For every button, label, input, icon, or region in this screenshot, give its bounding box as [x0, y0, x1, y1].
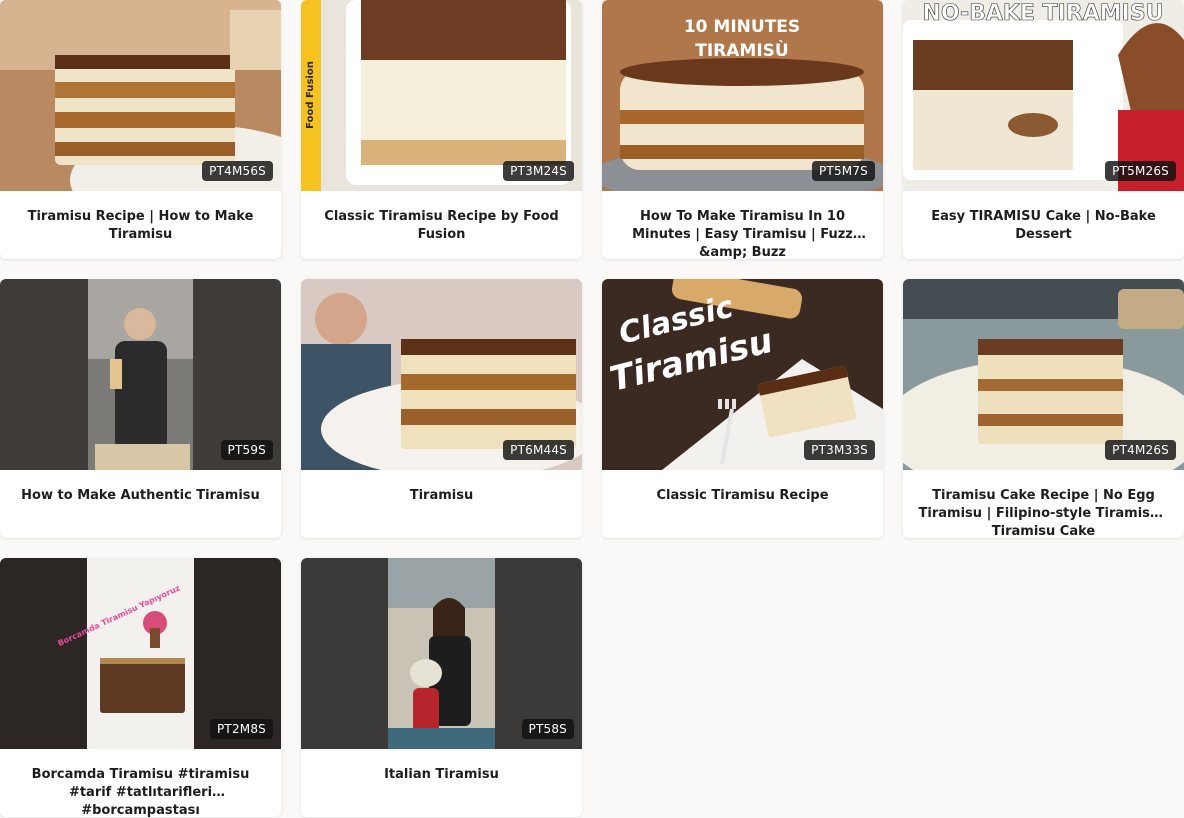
- video-title[interactable]: Tiramisu: [301, 470, 582, 538]
- video-thumbnail[interactable]: Borcamda Tiramisu Yapıyoruz PT2M8S: [0, 558, 281, 749]
- video-title[interactable]: Italian Tiramisu: [301, 749, 582, 817]
- video-card[interactable]: 10 MINUTES TIRAMISÙ PT5M7S How To Make T…: [602, 0, 883, 259]
- video-thumbnail[interactable]: NO-BAKE TIRAMISU PT5M26S: [903, 0, 1184, 191]
- video-grid: PT4M56S Tiramisu Recipe | How to Make Ti…: [0, 0, 1184, 817]
- duration-badge: PT4M26S: [1105, 440, 1176, 460]
- video-thumbnail[interactable]: PT4M56S: [0, 0, 281, 191]
- video-title[interactable]: Borcamda Tiramisu #tiramisu #tarif #tatl…: [0, 749, 281, 817]
- video-thumbnail[interactable]: PT58S: [301, 558, 582, 749]
- duration-badge: PT6M44S: [503, 440, 574, 460]
- video-card[interactable]: PT59S How to Make Authentic Tiramisu: [0, 279, 281, 538]
- video-card[interactable]: Classic Tiramisu PT3M33S Classic Tiramis…: [602, 279, 883, 538]
- video-title[interactable]: Classic Tiramisu Recipe: [602, 470, 883, 538]
- video-thumbnail[interactable]: Classic Tiramisu PT3M33S: [602, 279, 883, 470]
- duration-badge: PT3M33S: [804, 440, 875, 460]
- video-thumbnail[interactable]: PT59S: [0, 279, 281, 470]
- video-title[interactable]: Tiramisu Cake Recipe | No Egg Tiramisu |…: [903, 470, 1184, 538]
- duration-badge: PT58S: [521, 719, 574, 739]
- duration-badge: PT5M7S: [811, 161, 875, 181]
- duration-badge: PT4M56S: [202, 161, 273, 181]
- duration-badge: PT2M8S: [209, 719, 273, 739]
- video-title[interactable]: Tiramisu Recipe | How to Make Tiramisu: [0, 191, 281, 259]
- video-card[interactable]: Food Fusion PT3M24S Classic Tiramisu Rec…: [301, 0, 582, 259]
- duration-badge: PT3M24S: [503, 161, 574, 181]
- video-thumbnail[interactable]: 10 MINUTES TIRAMISÙ PT5M7S: [602, 0, 883, 191]
- video-title[interactable]: Classic Tiramisu Recipe by Food Fusion: [301, 191, 582, 259]
- thumbnail-overlay-text: NO-BAKE TIRAMISU: [922, 1, 1163, 26]
- duration-badge: PT5M26S: [1105, 161, 1176, 181]
- video-card[interactable]: PT6M44S Tiramisu: [301, 279, 582, 538]
- thumbnail-overlay-text: 10 MINUTES: [684, 17, 800, 37]
- video-thumbnail[interactable]: Food Fusion PT3M24S: [301, 0, 582, 191]
- thumbnail-overlay-text: Food Fusion: [305, 61, 316, 129]
- video-card[interactable]: Borcamda Tiramisu Yapıyoruz PT2M8S Borca…: [0, 558, 281, 817]
- video-card[interactable]: PT4M26S Tiramisu Cake Recipe | No Egg Ti…: [903, 279, 1184, 538]
- video-thumbnail[interactable]: PT6M44S: [301, 279, 582, 470]
- video-card[interactable]: PT4M56S Tiramisu Recipe | How to Make Ti…: [0, 0, 281, 259]
- video-thumbnail[interactable]: PT4M26S: [903, 279, 1184, 470]
- thumbnail-overlay-text: TIRAMISÙ: [695, 39, 788, 61]
- video-card[interactable]: PT58S Italian Tiramisu: [301, 558, 582, 817]
- video-title[interactable]: How To Make Tiramisu In 10 Minutes | Eas…: [602, 191, 883, 259]
- duration-badge: PT59S: [220, 440, 273, 460]
- video-card[interactable]: NO-BAKE TIRAMISU PT5M26S Easy TIRAMISU C…: [903, 0, 1184, 259]
- video-title[interactable]: Easy TIRAMISU Cake | No-Bake Dessert: [903, 191, 1184, 259]
- video-title[interactable]: How to Make Authentic Tiramisu: [0, 470, 281, 538]
